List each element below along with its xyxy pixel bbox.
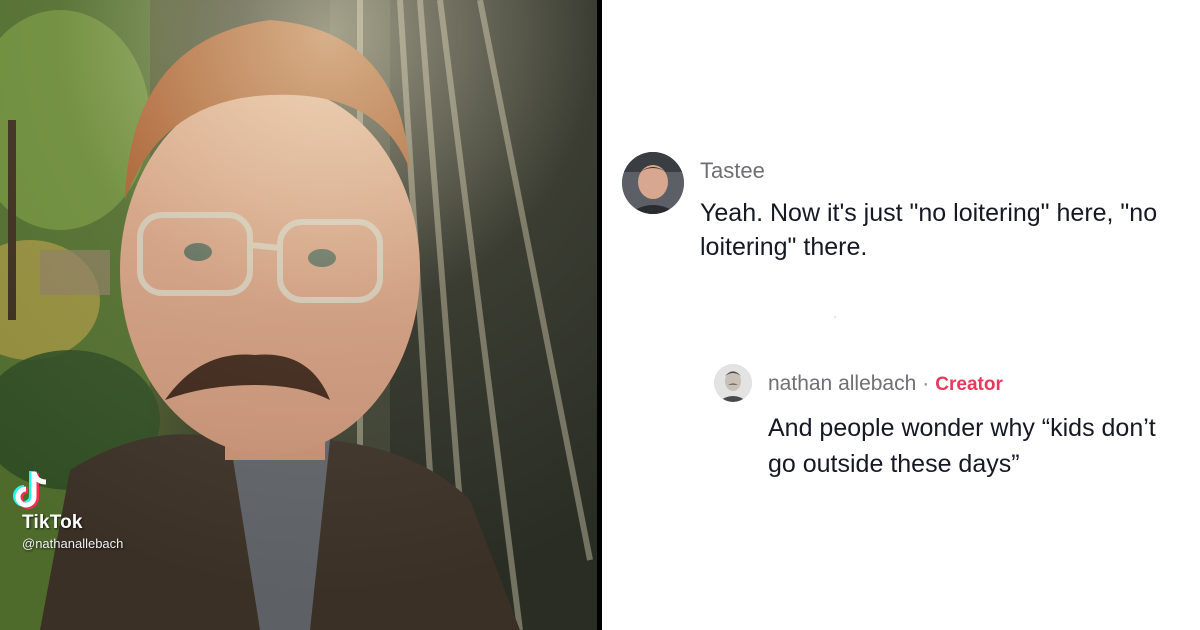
creator-handle: @nathanallebach — [22, 536, 124, 551]
tiktok-watermark: TikTok @nathanallebach — [12, 470, 152, 560]
user-avatar[interactable] — [622, 152, 684, 214]
tiktok-wordmark: TikTok — [22, 512, 83, 533]
meme-image: TikTok @nathanallebach Tastee Yeah. Now … — [0, 0, 1200, 630]
creator-avatar[interactable] — [714, 364, 752, 402]
divider-dot — [834, 316, 836, 318]
video-frame[interactable]: TikTok @nathanallebach — [0, 0, 597, 630]
creator-badge: Creator — [935, 374, 1003, 395]
comment-username[interactable]: Tastee — [700, 158, 765, 184]
creator-avatar-image — [714, 364, 752, 402]
comments-panel: Tastee Yeah. Now it's just "no loitering… — [602, 0, 1200, 630]
tiktok-note-icon — [13, 471, 47, 509]
meta-separator: · — [922, 372, 930, 395]
comment-text: Yeah. Now it's just "no loitering" here,… — [700, 199, 1158, 261]
reply-username[interactable]: nathan allebach — [768, 372, 916, 395]
user-avatar-image — [622, 152, 684, 214]
reply-text: And people wonder why “kids don’t go out… — [768, 414, 1156, 478]
reply-meta: nathan allebach · Creator — [768, 372, 1003, 396]
